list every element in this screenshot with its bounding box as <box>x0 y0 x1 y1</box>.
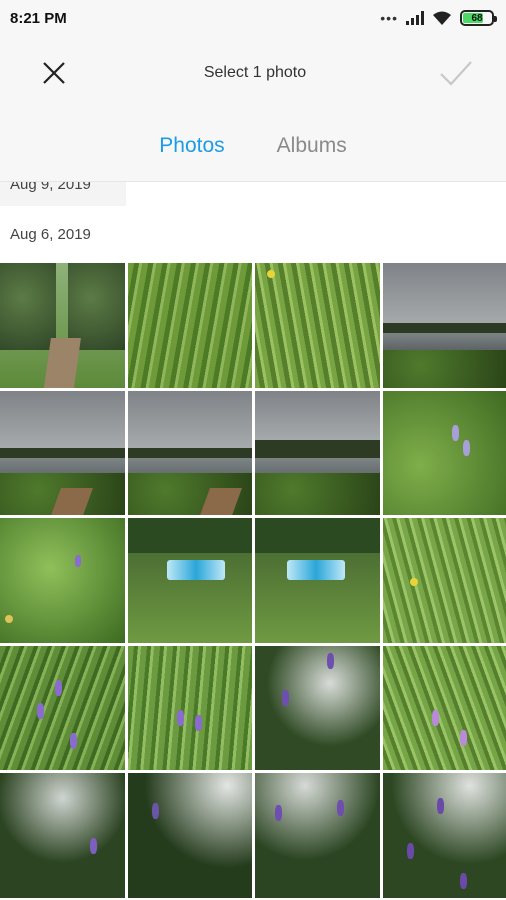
tab-bar: Photos Albums <box>0 110 506 182</box>
photo-thumbnail[interactable] <box>0 390 125 515</box>
photo-thumbnail[interactable] <box>0 518 125 643</box>
wifi-icon <box>433 11 451 25</box>
status-bar: 8:21 PM ••• 68 <box>0 0 506 36</box>
photo-thumbnail[interactable] <box>0 645 125 770</box>
photo-thumbnail[interactable] <box>255 645 380 770</box>
photo-thumbnail[interactable] <box>0 773 125 898</box>
photo-thumbnail[interactable] <box>382 773 506 898</box>
photo-grid <box>0 263 506 898</box>
photo-thumbnail[interactable] <box>127 773 252 898</box>
photo-thumbnail[interactable] <box>382 390 506 515</box>
tab-photos[interactable]: Photos <box>159 134 224 158</box>
photo-thumbnail[interactable] <box>127 390 252 515</box>
signal-icon <box>406 11 424 25</box>
notification-dots-icon: ••• <box>380 10 398 26</box>
battery-icon: 68 <box>460 10 497 26</box>
photo-thumbnail[interactable] <box>255 390 380 515</box>
battery-level: 68 <box>471 12 483 24</box>
close-button[interactable] <box>34 53 74 93</box>
photo-thumbnail[interactable] <box>127 518 252 643</box>
photo-thumbnail[interactable] <box>127 263 252 388</box>
status-icons: ••• 68 <box>380 10 497 26</box>
photo-gallery[interactable]: Aug 9, 2019 Aug 6, 2019 <box>0 182 506 900</box>
checkmark-icon <box>440 61 472 86</box>
photo-thumbnail[interactable] <box>255 518 380 643</box>
close-icon <box>43 62 65 84</box>
top-bar: Select 1 photo <box>0 36 506 110</box>
status-time: 8:21 PM <box>10 9 67 27</box>
photo-thumbnail[interactable] <box>382 645 506 770</box>
page-title: Select 1 photo <box>203 64 307 81</box>
tab-albums[interactable]: Albums <box>277 134 347 158</box>
photo-thumbnail[interactable] <box>255 773 380 898</box>
photo-thumbnail[interactable] <box>382 263 506 388</box>
date-header-previous: Aug 9, 2019 <box>0 182 126 206</box>
confirm-button[interactable] <box>436 53 476 93</box>
photo-thumbnail[interactable] <box>382 518 506 643</box>
photo-thumbnail[interactable] <box>0 263 125 388</box>
photo-thumbnail[interactable] <box>127 645 252 770</box>
photo-thumbnail[interactable] <box>255 263 380 388</box>
date-header: Aug 6, 2019 <box>10 226 91 243</box>
